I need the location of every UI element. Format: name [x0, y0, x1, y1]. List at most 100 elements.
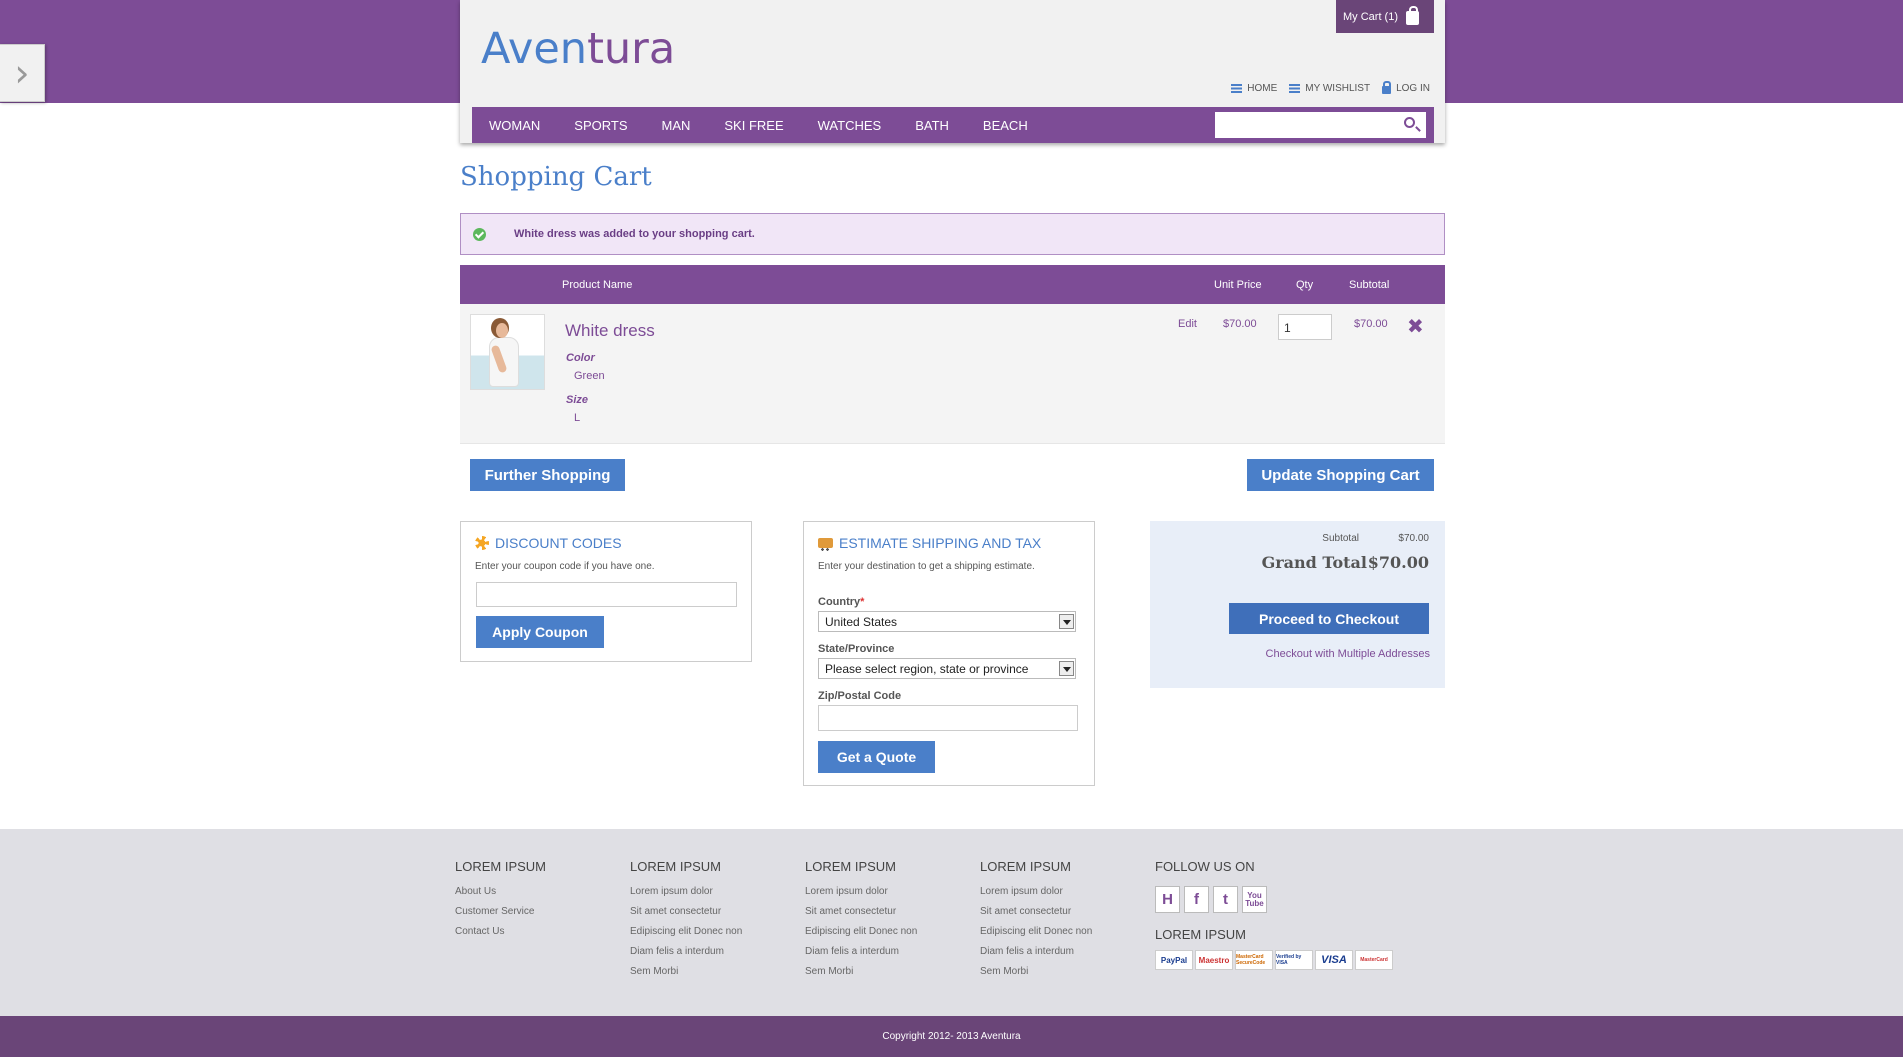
product-thumbnail[interactable] — [470, 314, 545, 390]
lock-icon — [1382, 81, 1392, 94]
apply-coupon-button[interactable]: Apply Coupon — [476, 616, 604, 648]
header-subtotal: Subtotal — [1349, 279, 1390, 291]
footer-link[interactable]: Sem Morbi — [980, 966, 1092, 977]
chevron-down-icon[interactable] — [1059, 661, 1074, 676]
social-icons: H f t You Tube — [1155, 886, 1393, 913]
maestro-logo: Maestro — [1195, 950, 1233, 970]
country-label: Country* — [818, 596, 865, 608]
state-select[interactable]: Please select region, state or province — [818, 658, 1076, 679]
country-select[interactable]: United States — [818, 611, 1076, 632]
footer: LOREM IPSUM About Us Customer Service Co… — [0, 829, 1903, 1016]
discount-star-icon — [475, 536, 489, 550]
chevron-down-icon[interactable] — [1059, 614, 1074, 629]
remove-item-icon[interactable]: ✖ — [1407, 314, 1424, 339]
multi-address-checkout-link[interactable]: Checkout with Multiple Addresses — [1266, 648, 1430, 660]
get-quote-button[interactable]: Get a Quote — [818, 741, 935, 773]
home-link[interactable]: HOME — [1231, 83, 1277, 94]
paypal-logo: PayPal — [1155, 950, 1193, 970]
coupon-input[interactable] — [476, 582, 737, 607]
footer-link[interactable]: Customer Service — [455, 906, 546, 917]
nav-item-beach[interactable]: BEACH — [983, 118, 1028, 133]
proceed-to-checkout-button[interactable]: Proceed to Checkout — [1229, 603, 1429, 634]
discount-codes-box: DISCOUNT CODES Enter your coupon code if… — [460, 521, 752, 662]
footer-link[interactable]: Diam felis a interdum — [630, 946, 742, 957]
copyright-bar: Copyright 2012- 2013 Aventura — [0, 1016, 1903, 1057]
row-subtotal: $70.00 — [1354, 318, 1388, 330]
nav-item-sports[interactable]: SPORTS — [574, 118, 627, 133]
zip-label: Zip/Postal Code — [818, 690, 902, 702]
verified-by-visa-logo: Verified by VISA — [1275, 950, 1313, 970]
nav-item-watches[interactable]: WATCHES — [818, 118, 882, 133]
list-icon — [1289, 84, 1301, 93]
twitter-icon[interactable]: t — [1213, 886, 1238, 913]
footer-link[interactable]: Sit amet consectetur — [630, 906, 742, 917]
shopping-bag-icon — [1406, 6, 1419, 25]
footer-social-column: FOLLOW US ON H f t You Tube LOREM IPSUM … — [1155, 859, 1393, 970]
grand-total-label: Grand Total — [1261, 553, 1367, 572]
chevron-right-icon[interactable]: › — [0, 44, 45, 102]
mastercard-logo: MasterCard — [1355, 950, 1393, 970]
shipping-subtitle: Enter your destination to get a shipping… — [818, 561, 1035, 572]
cart-table-header: Product Name Unit Price Qty Subtotal — [460, 265, 1445, 304]
unit-price: $70.00 — [1223, 318, 1257, 330]
nav-item-ski-free[interactable]: SKI FREE — [724, 118, 783, 133]
footer-link[interactable]: Contact Us — [455, 926, 546, 937]
site-header: Aventura My Cart (1) HOME MY WISHLIST LO… — [460, 0, 1445, 143]
option-value-size: L — [574, 412, 581, 424]
footer-column: LOREM IPSUM Lorem ipsum dolor Sit amet c… — [980, 859, 1092, 986]
search-icon[interactable] — [1404, 117, 1415, 128]
footer-column: LOREM IPSUM Lorem ipsum dolor Sit amet c… — [630, 859, 742, 986]
footer-link[interactable]: Sit amet consectetur — [805, 906, 917, 917]
logo[interactable]: Aventura — [481, 24, 675, 74]
main-nav: WOMAN SPORTS MAN SKI FREE WATCHES BATH B… — [472, 107, 1434, 143]
footer-link[interactable]: Sem Morbi — [630, 966, 742, 977]
youtube-icon[interactable]: You Tube — [1242, 886, 1267, 913]
wishlist-link[interactable]: MY WISHLIST — [1289, 83, 1370, 94]
product-name-link[interactable]: White dress — [565, 321, 655, 341]
footer-link[interactable]: Edipiscing elit Donec non — [630, 926, 742, 937]
footer-link[interactable]: Diam felis a interdum — [980, 946, 1092, 957]
cart-totals: Subtotal $70.00 Grand Total $70.00 Proce… — [1150, 521, 1445, 688]
update-cart-button[interactable]: Update Shopping Cart — [1247, 459, 1434, 491]
footer-link[interactable]: Lorem ipsum dolor — [980, 886, 1092, 897]
footer-link[interactable]: Lorem ipsum dolor — [805, 886, 917, 897]
mastercard-securecode-logo: MasterCard SecureCode — [1235, 950, 1273, 970]
top-links: HOME MY WISHLIST LOG IN — [1231, 81, 1430, 94]
visa-logo: VISA — [1315, 950, 1353, 970]
payment-heading: LOREM IPSUM — [1155, 927, 1247, 942]
follow-heading: FOLLOW US ON — [1155, 859, 1255, 874]
footer-heading: LOREM IPSUM — [630, 859, 722, 874]
my-cart-label: My Cart (1) — [1343, 10, 1398, 23]
footer-link[interactable]: Diam felis a interdum — [805, 946, 917, 957]
footer-heading: LOREM IPSUM — [980, 859, 1072, 874]
payment-methods: PayPal Maestro MasterCard SecureCode Ver… — [1155, 950, 1393, 970]
subtotal-value: $70.00 — [1398, 533, 1429, 544]
footer-link[interactable]: About Us — [455, 886, 546, 897]
success-check-icon — [473, 227, 486, 241]
hyves-icon[interactable]: H — [1155, 886, 1180, 913]
facebook-icon[interactable]: f — [1184, 886, 1209, 913]
grand-total-value: $70.00 — [1367, 553, 1429, 572]
nav-item-bath[interactable]: BATH — [915, 118, 949, 133]
shipping-estimate-box: ESTIMATE SHIPPING AND TAX Enter your des… — [803, 521, 1095, 786]
footer-link[interactable]: Lorem ipsum dolor — [630, 886, 742, 897]
shipping-heading: ESTIMATE SHIPPING AND TAX — [818, 535, 1041, 551]
copyright-text: Copyright 2012- 2013 Aventura — [882, 1031, 1021, 1042]
nav-item-man[interactable]: MAN — [662, 118, 691, 133]
footer-link[interactable]: Sem Morbi — [805, 966, 917, 977]
search-input[interactable] — [1215, 112, 1426, 138]
footer-column: LOREM IPSUM About Us Customer Service Co… — [455, 859, 546, 946]
footer-link[interactable]: Edipiscing elit Donec non — [805, 926, 917, 937]
footer-link[interactable]: Edipiscing elit Donec non — [980, 926, 1092, 937]
login-link[interactable]: LOG IN — [1382, 81, 1430, 94]
nav-item-woman[interactable]: WOMAN — [489, 118, 540, 133]
zip-input[interactable] — [818, 705, 1078, 731]
success-message-text: White dress was added to your shopping c… — [514, 228, 755, 240]
truck-icon — [818, 538, 833, 551]
quantity-input[interactable]: 1 — [1278, 314, 1332, 340]
further-shopping-button[interactable]: Further Shopping — [470, 459, 625, 491]
my-cart-button[interactable]: My Cart (1) — [1336, 0, 1434, 33]
footer-link[interactable]: Sit amet consectetur — [980, 906, 1092, 917]
edit-link[interactable]: Edit — [1178, 318, 1197, 330]
list-icon — [1231, 84, 1243, 93]
